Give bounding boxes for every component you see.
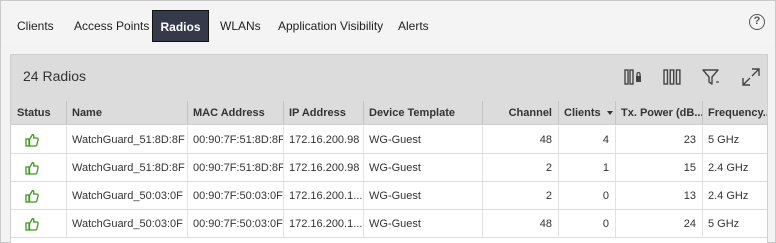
cell-frequency: 2.4 GHz (702, 182, 767, 210)
cell-ip: 172.16.200.98 (283, 126, 363, 154)
cell-tx-power: 24 (615, 210, 702, 238)
column-header-channel[interactable]: Channel (482, 101, 558, 125)
cell-clients: 1 (558, 154, 615, 182)
thumbs-up-icon (25, 189, 39, 203)
cell-name: WatchGuard_51:8D:8F (66, 126, 187, 154)
cell-channel: 48 (482, 210, 558, 238)
table-header: Status Name MAC Address IP Address Devic… (11, 101, 767, 125)
help-icon[interactable]: ? (749, 14, 765, 30)
table-row[interactable]: WatchGuard_51:8D:8F 00:90:7F:51:8D:8F 17… (11, 126, 767, 154)
column-header-mac[interactable]: MAC Address (187, 101, 282, 125)
cell-ip: 172.16.200.98 (283, 154, 363, 182)
cell-channel: 2 (482, 182, 558, 210)
cell-template: WG-Guest (363, 126, 482, 154)
tab-wlans[interactable]: WLANs (214, 10, 267, 42)
cell-mac: 00:90:7F:50:03:0F (187, 182, 283, 210)
cell-ip: 172.16.200.1... (283, 182, 363, 210)
columns-icon[interactable] (662, 67, 682, 87)
cell-template: WG-Guest (363, 154, 482, 182)
column-header-template[interactable]: Device Template (363, 101, 481, 125)
cell-frequency: 5 GHz (702, 126, 767, 154)
tab-application-visibility[interactable]: Application Visibility (272, 10, 389, 42)
thumbs-up-icon (25, 133, 39, 147)
column-header-clients-label: Clients (564, 107, 601, 119)
panel-header: 24 Radios (11, 55, 767, 101)
column-header-ip[interactable]: IP Address (283, 101, 363, 125)
column-header-frequency[interactable]: Frequency... (702, 101, 767, 125)
table-row[interactable]: WatchGuard_50:03:0F 00:90:7F:50:03:0F 17… (11, 182, 767, 210)
cell-name: WatchGuard_50:03:0F (66, 210, 187, 238)
tab-clients[interactable]: Clients (11, 10, 60, 42)
column-chooser-icon[interactable] (623, 67, 643, 87)
cell-mac: 00:90:7F:51:8D:8F (187, 154, 283, 182)
cell-mac: 00:90:7F:51:8D:8F (187, 126, 283, 154)
cell-tx-power: 15 (615, 154, 702, 182)
column-header-clients[interactable]: Clients (558, 101, 615, 125)
tab-access-points[interactable]: Access Points (68, 10, 155, 42)
cell-tx-power: 23 (615, 126, 702, 154)
cell-mac: 00:90:7F:50:03:0F (187, 210, 283, 238)
panel-title: 24 Radios (23, 68, 87, 84)
cell-ip: 172.16.200.1... (283, 210, 363, 238)
cell-tx-power: 13 (615, 182, 702, 210)
cell-channel: 48 (482, 126, 558, 154)
tab-alerts[interactable]: Alerts (392, 10, 435, 42)
expand-icon[interactable] (741, 67, 761, 87)
thumbs-up-icon (25, 217, 39, 231)
cell-frequency: 5 GHz (702, 210, 767, 238)
table-row[interactable]: WatchGuard_51:8D:8F 00:90:7F:51:8D:8F 17… (11, 154, 767, 182)
cell-template: WG-Guest (363, 210, 482, 238)
cell-name: WatchGuard_50:03:0F (66, 182, 187, 210)
thumbs-up-icon (25, 161, 39, 175)
cell-clients: 0 (558, 210, 615, 238)
cell-name: WatchGuard_51:8D:8F (66, 154, 187, 182)
cell-frequency: 2.4 GHz (702, 154, 767, 182)
sort-descending-icon (606, 111, 613, 116)
column-header-status[interactable]: Status (17, 101, 67, 125)
cell-template: WG-Guest (363, 182, 482, 210)
table-row[interactable]: WatchGuard_50:03:0F 00:90:7F:50:03:0F 17… (11, 210, 767, 238)
app-frame: Clients Access Points Radios WLANs Appli… (0, 0, 776, 243)
filter-icon[interactable] (701, 67, 721, 87)
cell-channel: 2 (482, 154, 558, 182)
column-header-tx-power[interactable]: Tx. Power (dB... (615, 101, 702, 125)
cell-clients: 0 (558, 182, 615, 210)
tab-radios[interactable]: Radios (152, 10, 209, 42)
column-header-name[interactable]: Name (66, 101, 186, 125)
radios-panel: 24 Radios Status Name MAC Address IP Add… (10, 54, 768, 243)
tab-bar: Clients Access Points Radios WLANs Appli… (1, 1, 775, 43)
cell-clients: 4 (558, 126, 615, 154)
